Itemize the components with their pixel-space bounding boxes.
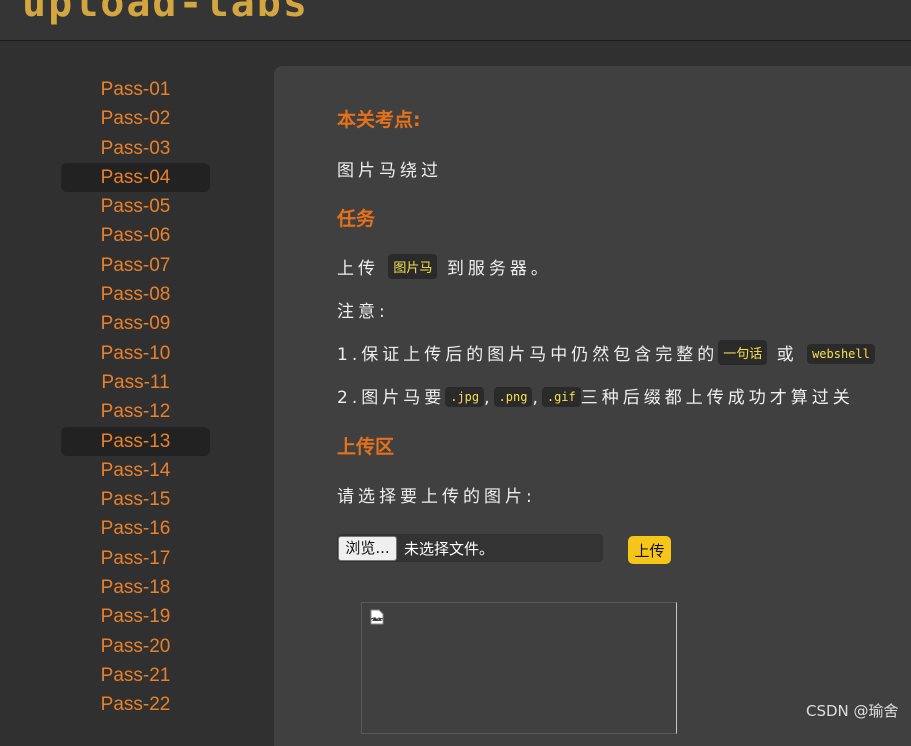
sidebar-item-pass-17[interactable]: Pass-17 [61, 544, 210, 573]
sidebar-item-pass-08[interactable]: Pass-08 [61, 280, 210, 309]
upload-heading: 上传区 [337, 436, 395, 458]
rule2-sep-1: , [484, 388, 494, 408]
header: upload-labs [0, 0, 911, 41]
sidebar-item-pass-15[interactable]: Pass-15 [61, 485, 210, 514]
sidebar-item-pass-12[interactable]: Pass-12 [61, 397, 210, 426]
browse-button[interactable]: 浏览... [338, 536, 397, 561]
task-heading: 任务 [337, 208, 376, 230]
rule-1: 1.保证上传后的图片马中仍然包含完整的 一句话 或 webshell [337, 340, 875, 365]
sidebar-item-pass-04[interactable]: Pass-04 [61, 162, 210, 193]
sidebar-item-pass-18[interactable]: Pass-18 [61, 573, 210, 602]
broken-image-icon [370, 609, 384, 625]
sidebar-item-pass-21[interactable]: Pass-21 [61, 661, 210, 690]
image-preview [361, 602, 677, 734]
key-point-heading: 本关考点: [337, 109, 421, 131]
rule2-ext-gif: .gif [541, 387, 581, 407]
task-suffix: 到服务器。 [446, 259, 552, 279]
level-menu: Pass-01 Pass-02 Pass-03 Pass-04 Pass-05 Pass-… [61, 75, 210, 720]
file-input[interactable]: 浏览... 未选择文件。 [337, 534, 603, 562]
upload-button[interactable]: 上传 [628, 536, 671, 564]
sidebar-item-pass-02[interactable]: Pass-02 [61, 104, 210, 133]
site-logo[interactable]: upload-labs [22, 0, 309, 26]
sidebar-item-pass-19[interactable]: Pass-19 [61, 602, 210, 631]
notice-label: 注意: [337, 302, 389, 322]
task-text: 上传 图片马 到服务器。 [337, 254, 552, 279]
upload-prompt: 请选择要上传的图片: [337, 487, 536, 507]
sidebar-item-pass-16[interactable]: Pass-16 [61, 514, 210, 543]
rule1-or: 或 [776, 345, 798, 365]
rule2-sep-2: , [532, 388, 542, 408]
rule2-suffix: 三种后缀都上传成功才算过关 [580, 388, 854, 408]
sidebar-item-pass-10[interactable]: Pass-10 [61, 339, 210, 368]
sidebar-item-pass-07[interactable]: Pass-07 [61, 251, 210, 280]
watermark: CSDN @瑜舍 [806, 702, 899, 720]
sidebar-item-pass-22[interactable]: Pass-22 [61, 690, 210, 719]
sidebar-item-pass-11[interactable]: Pass-11 [61, 368, 210, 397]
rule1-code-webshell: webshell [807, 344, 875, 364]
task-prefix: 上传 [337, 259, 379, 279]
rule1-code-oneliner: 一句话 [718, 340, 768, 365]
sidebar-item-pass-05[interactable]: Pass-05 [61, 192, 210, 221]
sidebar-item-pass-09[interactable]: Pass-09 [61, 309, 210, 338]
rule2-text: 2.图片马要 [337, 388, 446, 408]
sidebar-item-pass-06[interactable]: Pass-06 [61, 221, 210, 250]
rule2-ext-jpg: .jpg [445, 387, 485, 407]
file-status: 未选择文件。 [404, 540, 495, 558]
rule2-ext-png: .png [493, 387, 533, 407]
sidebar-item-pass-14[interactable]: Pass-14 [61, 456, 210, 485]
key-point-text: 图片马绕过 [337, 161, 442, 181]
task-code: 图片马 [388, 254, 438, 279]
sidebar-item-pass-13[interactable]: Pass-13 [61, 426, 210, 456]
rule1-text: 1.保证上传后的图片马中仍然包含完整的 [337, 345, 719, 365]
sidebar-item-pass-20[interactable]: Pass-20 [61, 632, 210, 661]
sidebar-item-pass-03[interactable]: Pass-03 [61, 134, 210, 163]
sidebar-item-pass-01[interactable]: Pass-01 [61, 75, 210, 104]
rule-2: 2.图片马要 .jpg, .png, .gif 三种后缀都上传成功才算过关 [337, 383, 854, 408]
